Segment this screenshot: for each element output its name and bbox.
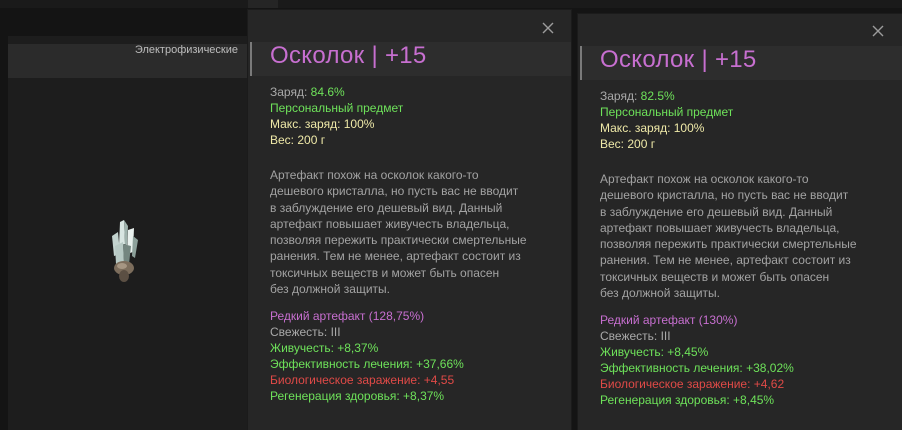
rarity-label: Редкий артефакт (128,75%) [270,309,425,323]
description-line: в заблуждение его дешевый вид. Данный [270,200,503,215]
description-line: артефакт повышает живучесть владельца, [270,216,510,231]
close-icon [872,25,884,37]
close-button[interactable] [541,21,555,35]
description-line: без должной защиты. [600,286,720,301]
description-line: дешевого кристалла, но пусть вас не ввод… [600,188,849,203]
personal-item-label: Персональный предмет [600,105,734,119]
description-line: артефакт повышает живучесть владельца, [600,220,840,235]
charge-label: Заряд: [600,89,638,103]
description-line: Артефакт похож на осколок какого-то [600,172,809,186]
description-line: ранения. Тем не менее, артефакт состоит … [600,253,851,268]
description-line: дешевого кристалла, но пусть вас не ввод… [270,184,519,199]
description-line: токсичных веществ и может быть опасен [270,265,500,280]
charge-value: 84.6% [310,85,345,99]
description-line: в заблуждение его дешевый вид. Данный [600,204,833,219]
healing-stat: Эффективность лечения: +38,02% [600,361,794,375]
weight-label: Вес: 200 г [600,137,656,151]
description-line: без должной защиты. [270,282,390,297]
freshness-label: Свежесть: III [600,329,671,343]
item-description: Артефакт похож на осколок какого-то деше… [600,171,890,301]
description-line: токсичных веществ и может быть опасен [600,269,830,284]
category-header: Электрофизические [8,44,248,78]
item-description: Артефакт похож на осколок какого-то деше… [270,167,560,297]
rarity-label: Редкий артефакт (130%) [600,313,738,327]
regen-stat: Регенерация здоровья: +8,45% [600,393,775,407]
item-title: Осколок | +15 [600,46,757,73]
crystal-shard-icon[interactable] [106,218,142,286]
personal-item-label: Персональный предмет [270,101,404,115]
close-button[interactable] [871,24,885,38]
item-tooltip-panel-compare: Осколок | +15 Заряд: 82.5% Персональный … [578,14,902,430]
close-icon [542,22,554,34]
freshness-label: Свежесть: III [270,325,341,339]
item-tooltip-panel: Осколок | +15 Заряд: 84.6% Персональный … [248,10,571,430]
weight-label: Вес: 200 г [270,133,326,147]
description-line: Артефакт похож на осколок какого-то [270,168,479,182]
max-charge-label: Макс. заряд: 100% [600,121,705,135]
charge-label: Заряд: [270,85,308,99]
charge-value: 82.5% [640,89,675,103]
top-band [0,0,902,8]
description-line: позволяя пережить практически смертельны… [600,237,857,252]
category-label: Электрофизические [134,44,238,56]
vitality-stat: Живучесть: +8,37% [270,341,379,355]
charge-line: Заряд: 84.6% [270,85,345,99]
max-charge-label: Макс. заряд: 100% [270,117,375,131]
title-bar: Осколок | +15 [580,46,902,80]
bio-contamination-stat: Биологическое заражение: +4,55 [270,373,455,387]
vitality-stat: Живучесть: +8,45% [600,345,709,359]
bio-contamination-stat: Биологическое заражение: +4,62 [600,377,785,391]
healing-stat: Эффективность лечения: +37,66% [270,357,464,371]
description-line: ранения. Тем не менее, артефакт состоит … [270,249,521,264]
regen-stat: Регенерация здоровья: +8,37% [270,389,445,403]
item-title: Осколок | +15 [270,42,427,69]
description-line: позволяя пережить практически смертельны… [270,233,527,248]
title-bar: Осколок | +15 [250,42,571,76]
charge-line: Заряд: 82.5% [600,89,675,103]
